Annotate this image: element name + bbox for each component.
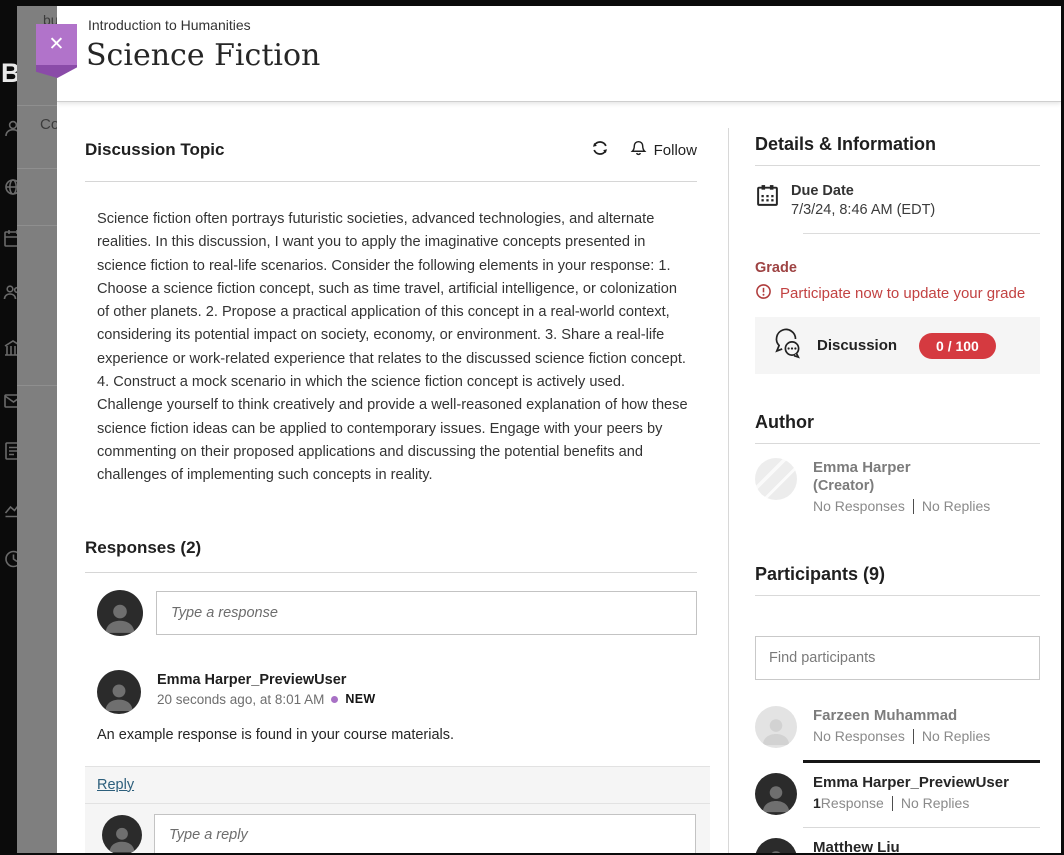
participant-replies-stat: No Replies	[901, 795, 969, 811]
grade-item-box: Discussion 0 / 100	[755, 317, 1040, 374]
calendar-icon	[755, 183, 780, 218]
current-user-avatar	[102, 815, 142, 853]
participant-divider-strong	[803, 760, 1040, 763]
participant-name: Farzeen Muhammad	[813, 707, 990, 724]
response-body: An example response is found in your cou…	[97, 727, 697, 743]
globe-icon[interactable]	[3, 176, 17, 198]
divider	[803, 233, 1040, 234]
institution-icon[interactable]	[3, 338, 17, 360]
activity-icon[interactable]	[3, 440, 17, 462]
divider	[85, 181, 697, 182]
bell-icon	[629, 139, 648, 162]
grade-warning-text: Participate now to update your grade	[780, 285, 1025, 302]
participants-heading: Participants (9)	[755, 550, 1040, 596]
details-sidebar: Details & Information Due Date 7/3/24	[755, 120, 1040, 853]
grade-item-label: Discussion	[817, 337, 897, 354]
find-participants-input[interactable]	[755, 636, 1040, 680]
participant-name: Emma Harper_PreviewUser	[813, 774, 1009, 791]
follow-label: Follow	[654, 142, 697, 159]
stat-separator	[913, 499, 914, 514]
participant-avatar	[755, 838, 797, 853]
discussion-main-column: Discussion Topic	[85, 100, 697, 853]
page-title: Science Fiction	[86, 38, 320, 73]
participant-response-count: 1	[813, 795, 821, 811]
participant-avatar	[755, 773, 797, 815]
refresh-button[interactable]	[590, 138, 610, 162]
panel-header: Introduction to Humanities Science Ficti…	[57, 6, 1061, 102]
author-responses-stat: No Responses	[813, 498, 905, 514]
brand-logo: B	[1, 58, 17, 89]
author-role: (Creator)	[813, 478, 990, 494]
due-date-label: Due Date	[791, 183, 935, 199]
people-icon[interactable]	[3, 282, 17, 304]
participant-replies-stat: No Replies	[922, 728, 990, 744]
close-button[interactable]: ✕	[36, 24, 77, 65]
due-date-value: 7/3/24, 8:46 AM (EDT)	[791, 202, 935, 218]
reply-compose-row	[85, 804, 710, 853]
reply-link[interactable]: Reply	[97, 777, 134, 793]
divider	[85, 572, 697, 573]
new-badge: NEW	[345, 692, 375, 706]
participant-responses-stat: No Responses	[813, 728, 905, 744]
grade-warning: Participate now to update your grade	[755, 283, 1040, 304]
response-author-name: Emma Harper_PreviewUser	[157, 672, 375, 688]
grades-icon[interactable]	[3, 497, 17, 519]
due-date-row: Due Date 7/3/24, 8:46 AM (EDT)	[755, 183, 1040, 218]
author-heading: Author	[755, 398, 1040, 444]
calendar-icon[interactable]	[3, 228, 17, 250]
new-indicator-dot	[331, 696, 338, 703]
page-scrim: bu Co	[17, 6, 57, 853]
participant-divider	[803, 827, 1040, 828]
discussion-bubbles-icon	[769, 325, 805, 366]
participant-row[interactable]: Farzeen Muhammad No Responses No Replies	[755, 706, 1040, 748]
app-window: B bu Co ✕ Intro	[0, 0, 1064, 855]
reply-section: Reply	[85, 766, 710, 853]
refresh-icon	[590, 138, 610, 162]
warning-icon	[755, 283, 772, 304]
discussion-prompt: Science fiction often portrays futuristi…	[97, 208, 689, 488]
author-name: Emma Harper	[813, 459, 990, 476]
participant-avatar	[755, 706, 797, 748]
participant-responses-stat: Response	[821, 795, 884, 811]
messages-icon[interactable]	[3, 390, 17, 412]
participant-name: Matthew Liu	[813, 839, 969, 853]
responses-heading: Responses (2)	[85, 538, 697, 558]
details-heading: Details & Information	[755, 120, 1040, 166]
column-divider	[728, 128, 729, 853]
global-nav-rail: B	[0, 0, 17, 855]
response-card: Emma Harper_PreviewUser 20 seconds ago, …	[85, 670, 697, 743]
close-icon: ✕	[49, 33, 65, 56]
breadcrumb: Introduction to Humanities	[88, 17, 251, 33]
author-avatar	[755, 458, 797, 500]
discussion-topic-heading: Discussion Topic	[85, 140, 225, 160]
author-replies-stat: No Replies	[922, 498, 990, 514]
participant-row[interactable]: Matthew Liu 1 Response No Replies	[755, 838, 1040, 853]
response-input[interactable]	[156, 591, 697, 635]
background-nav-fragment: Co	[40, 116, 57, 133]
recent-icon[interactable]	[3, 548, 17, 570]
discussion-panel: Introduction to Humanities Science Ficti…	[57, 6, 1061, 853]
follow-button[interactable]: Follow	[629, 139, 697, 162]
response-compose-row	[85, 590, 697, 636]
stat-separator	[892, 796, 893, 811]
grade-label: Grade	[755, 260, 1040, 276]
current-user-avatar	[97, 590, 143, 636]
response-timestamp: 20 seconds ago, at 8:01 AM	[157, 692, 324, 707]
author-row: Emma Harper (Creator) No Responses No Re…	[755, 458, 1040, 514]
participant-row[interactable]: Emma Harper_PreviewUser 1 Response No Re…	[755, 773, 1040, 815]
response-author-avatar	[97, 670, 141, 714]
stat-separator	[913, 729, 914, 744]
reply-input[interactable]	[154, 814, 696, 853]
grade-score-pill: 0 / 100	[919, 333, 996, 359]
profile-icon[interactable]	[3, 118, 17, 140]
